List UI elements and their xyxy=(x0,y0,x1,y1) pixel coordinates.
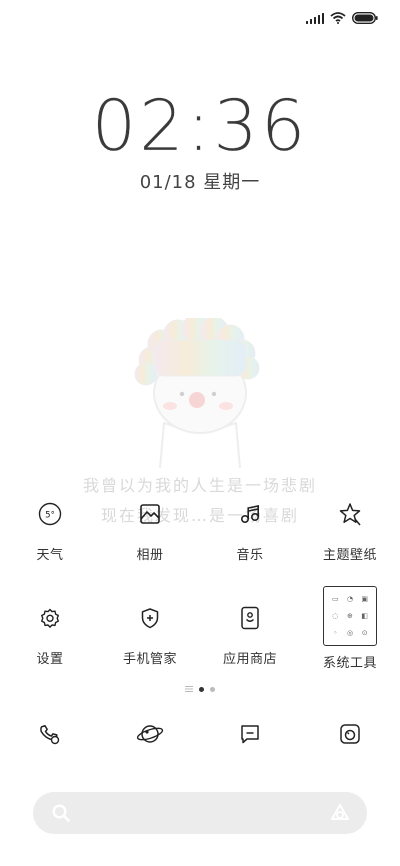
wallpaper-character xyxy=(134,318,260,468)
app-gallery[interactable]: 相册 xyxy=(100,494,200,563)
app-label: 设置 xyxy=(36,652,64,667)
phone-icon xyxy=(40,724,60,745)
app-label: 主题壁纸 xyxy=(322,548,377,563)
lockscreen-date[interactable]: 01/18 星期一 xyxy=(0,168,400,194)
status-bar xyxy=(305,8,379,28)
dock-phone[interactable] xyxy=(0,722,100,746)
menu-lines-icon xyxy=(185,686,193,692)
app-label: 相册 xyxy=(136,548,164,563)
app-store[interactable]: 应用商店 xyxy=(200,598,300,671)
dock xyxy=(0,722,400,746)
lockscreen-clock[interactable]: 02:36 xyxy=(0,85,400,167)
app-music[interactable]: 音乐 xyxy=(200,494,300,563)
wifi-icon xyxy=(330,12,346,24)
settings-icon xyxy=(41,608,59,628)
app-weather[interactable]: 5° 天气 xyxy=(0,494,100,563)
app-row-2: 设置 手机管家 应用商店 ▭ ◔ ▣ ◌ ⊕ ◧ ◦ ◎ ⊙ 系统工具 xyxy=(0,586,400,671)
music-icon xyxy=(240,505,260,524)
app-row-1: 5° 天气 相册 音乐 主题壁纸 xyxy=(0,494,400,563)
app-settings[interactable]: 设置 xyxy=(0,598,100,671)
page-indicator[interactable] xyxy=(0,686,400,692)
security-icon xyxy=(141,608,159,629)
gallery-icon xyxy=(140,504,160,524)
weather-icon: 5° xyxy=(38,502,62,526)
app-store-icon xyxy=(241,606,259,630)
camera-icon xyxy=(340,724,360,744)
app-folder-system-tools[interactable]: ▭ ◔ ▣ ◌ ⊕ ◧ ◦ ◎ ⊙ 系统工具 xyxy=(300,586,400,671)
app-label: 手机管家 xyxy=(122,652,177,667)
battery-icon xyxy=(352,12,378,24)
signal-icon xyxy=(305,12,324,24)
dock-camera[interactable] xyxy=(300,722,400,746)
app-label: 系统工具 xyxy=(322,656,377,671)
app-label: 天气 xyxy=(36,548,64,563)
assistant-icon[interactable] xyxy=(329,802,351,824)
folder-icon: ▭ ◔ ▣ ◌ ⊕ ◧ ◦ ◎ ⊙ xyxy=(323,586,377,646)
page-dot-active[interactable] xyxy=(199,686,204,692)
wallpaper-caption-line1: 我曾以为我的人生是一场悲剧 xyxy=(82,476,317,495)
theme-icon xyxy=(339,503,361,526)
app-security[interactable]: 手机管家 xyxy=(100,598,200,671)
app-label: 音乐 xyxy=(236,548,264,563)
search-icon[interactable] xyxy=(51,803,71,823)
dock-browser[interactable] xyxy=(100,722,200,746)
svg-text:5°: 5° xyxy=(45,511,55,521)
search-bar[interactable] xyxy=(33,792,367,834)
app-label: 应用商店 xyxy=(222,652,277,667)
messages-icon xyxy=(241,725,259,744)
page-dot[interactable] xyxy=(210,686,215,692)
dock-messages[interactable] xyxy=(200,722,300,746)
app-theme[interactable]: 主题壁纸 xyxy=(300,494,400,563)
browser-icon xyxy=(136,725,164,743)
